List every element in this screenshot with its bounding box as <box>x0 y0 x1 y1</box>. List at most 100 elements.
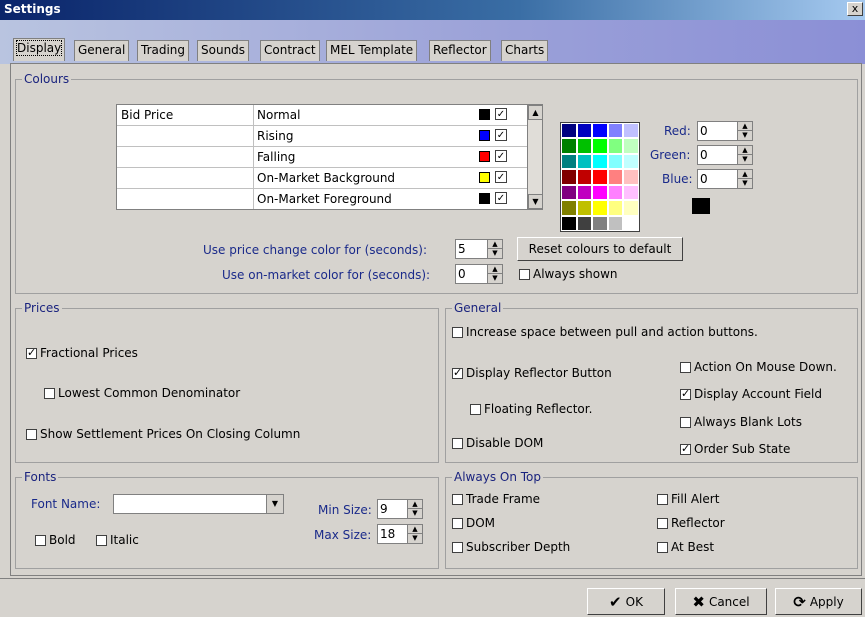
table-row[interactable]: On-Market Background ✓ <box>117 168 527 189</box>
italic-checkbox[interactable]: Italic <box>96 533 139 547</box>
cancel-button[interactable]: ✖ Cancel <box>675 588 767 615</box>
palette-swatch[interactable] <box>607 153 624 170</box>
table-row[interactable]: On-Market Foreground ✓ <box>117 189 527 209</box>
tab-trading[interactable]: Trading <box>137 40 190 61</box>
row-enabled-checkbox[interactable]: ✓ <box>495 192 507 204</box>
palette-swatch[interactable] <box>607 184 624 201</box>
tab-charts[interactable]: Charts <box>501 40 549 61</box>
disable-dom-checkbox[interactable]: Disable DOM <box>452 436 543 450</box>
palette-swatch[interactable] <box>623 123 639 139</box>
checkbox-box[interactable] <box>470 403 481 415</box>
palette-swatch[interactable] <box>607 200 624 216</box>
table-row[interactable]: Rising ✓ <box>117 126 527 147</box>
bold-checkbox[interactable]: Bold <box>35 533 76 547</box>
palette-swatch[interactable] <box>623 138 639 154</box>
spin-down-icon[interactable]: ▼ <box>738 131 752 140</box>
table-row[interactable]: Bid Price Normal ✓ <box>117 105 527 126</box>
scroll-up-arrow-icon[interactable]: ▲ <box>528 105 542 120</box>
palette-swatch[interactable] <box>623 184 639 201</box>
table-scrollbar[interactable]: ▲ ▼ <box>527 105 542 209</box>
palette-swatch[interactable] <box>576 138 593 154</box>
checkbox-box[interactable] <box>680 361 691 373</box>
tab-contract[interactable]: Contract <box>260 40 320 61</box>
palette-swatch[interactable] <box>592 169 608 185</box>
checkbox-box[interactable] <box>26 428 37 440</box>
always-shown-checkbox[interactable]: Always shown <box>519 267 618 281</box>
row-enabled-checkbox[interactable]: ✓ <box>495 129 507 141</box>
spin-down-icon[interactable]: ▼ <box>488 274 502 283</box>
row-enabled-checkbox[interactable]: ✓ <box>495 108 507 120</box>
palette-swatch[interactable] <box>576 184 593 201</box>
lcd-checkbox[interactable]: Lowest Common Denominator <box>44 386 240 400</box>
palette-swatch[interactable] <box>576 215 593 231</box>
display-account-checkbox[interactable]: Display Account Field <box>680 387 822 401</box>
checkbox-box[interactable] <box>452 541 463 553</box>
red-spinner[interactable]: 0 ▲ ▼ <box>697 121 753 141</box>
spin-down-icon[interactable]: ▼ <box>488 249 502 258</box>
color-swatch[interactable] <box>479 193 490 204</box>
title-bar[interactable]: Settings x <box>0 0 865 20</box>
palette-swatch[interactable] <box>561 138 577 154</box>
row-enabled-checkbox[interactable]: ✓ <box>495 150 507 162</box>
table-row[interactable]: Falling ✓ <box>117 147 527 168</box>
spin-up-icon[interactable]: ▲ <box>738 122 752 131</box>
checkbox-box[interactable] <box>452 517 463 529</box>
palette-swatch[interactable] <box>607 123 624 139</box>
checkbox-box[interactable] <box>452 493 463 505</box>
palette-swatch[interactable] <box>561 169 577 185</box>
checkbox-box[interactable] <box>680 416 691 428</box>
checkbox-box[interactable] <box>680 442 691 455</box>
spin-down-icon[interactable]: ▼ <box>408 509 422 518</box>
checkbox-box[interactable] <box>680 387 691 400</box>
palette-swatch[interactable] <box>592 123 608 139</box>
max-size-spinner[interactable]: 18 ▲ ▼ <box>377 524 423 544</box>
dropdown-arrow-icon[interactable]: ▼ <box>266 495 283 513</box>
increase-space-checkbox[interactable]: Increase space between pull and action b… <box>452 325 758 339</box>
fractional-prices-checkbox[interactable]: Fractional Prices <box>26 346 138 360</box>
palette-swatch[interactable] <box>592 153 608 170</box>
scroll-down-arrow-icon[interactable]: ▼ <box>528 194 542 209</box>
spin-up-icon[interactable]: ▲ <box>408 525 422 534</box>
reflector-checkbox[interactable]: Reflector <box>657 516 725 530</box>
checkbox-box[interactable] <box>657 517 668 529</box>
spin-down-icon[interactable]: ▼ <box>738 155 752 164</box>
dom-checkbox[interactable]: DOM <box>452 516 495 530</box>
checkbox-box[interactable] <box>657 493 668 505</box>
tab-general[interactable]: General <box>74 40 130 61</box>
floating-reflector-checkbox[interactable]: Floating Reflector. <box>470 402 592 416</box>
palette-swatch[interactable] <box>607 169 624 185</box>
palette-swatch[interactable] <box>576 153 593 170</box>
palette-swatch[interactable] <box>592 215 608 231</box>
fill-alert-checkbox[interactable]: Fill Alert <box>657 492 719 506</box>
settlement-prices-checkbox[interactable]: Show Settlement Prices On Closing Column <box>26 427 300 441</box>
palette-swatch[interactable] <box>623 169 639 185</box>
display-reflector-checkbox[interactable]: Display Reflector Button <box>452 366 612 380</box>
tab-sounds[interactable]: Sounds <box>197 40 250 61</box>
palette-swatch[interactable] <box>561 200 577 216</box>
palette-swatch[interactable] <box>623 215 639 231</box>
palette-swatch[interactable] <box>623 200 639 216</box>
spin-up-icon[interactable]: ▲ <box>408 500 422 509</box>
blue-spinner[interactable]: 0 ▲ ▼ <box>697 169 753 189</box>
row-enabled-checkbox[interactable]: ✓ <box>495 171 507 183</box>
palette-swatch[interactable] <box>576 200 593 216</box>
palette-swatch[interactable] <box>592 184 608 201</box>
min-size-spinner[interactable]: 9 ▲ ▼ <box>377 499 423 519</box>
at-best-checkbox[interactable]: At Best <box>657 540 714 554</box>
on-market-spinner[interactable]: 0 ▲ ▼ <box>455 264 503 284</box>
palette-swatch[interactable] <box>576 169 593 185</box>
apply-button[interactable]: ⟳ Apply <box>775 588 862 615</box>
palette-swatch[interactable] <box>561 215 577 231</box>
action-mouse-down-checkbox[interactable]: Action On Mouse Down. <box>680 360 837 374</box>
checkbox-box[interactable] <box>35 534 46 546</box>
always-blank-lots-checkbox[interactable]: Always Blank Lots <box>680 415 802 429</box>
close-button[interactable]: x <box>847 2 863 16</box>
reset-colours-button[interactable]: Reset colours to default <box>517 237 683 261</box>
palette-swatch[interactable] <box>607 138 624 154</box>
ok-button[interactable]: ✔ OK <box>587 588 665 615</box>
color-palette-grid[interactable] <box>560 122 640 232</box>
palette-swatch[interactable] <box>623 153 639 170</box>
palette-swatch[interactable] <box>592 138 608 154</box>
palette-swatch[interactable] <box>576 123 593 139</box>
spin-down-icon[interactable]: ▼ <box>408 534 422 543</box>
